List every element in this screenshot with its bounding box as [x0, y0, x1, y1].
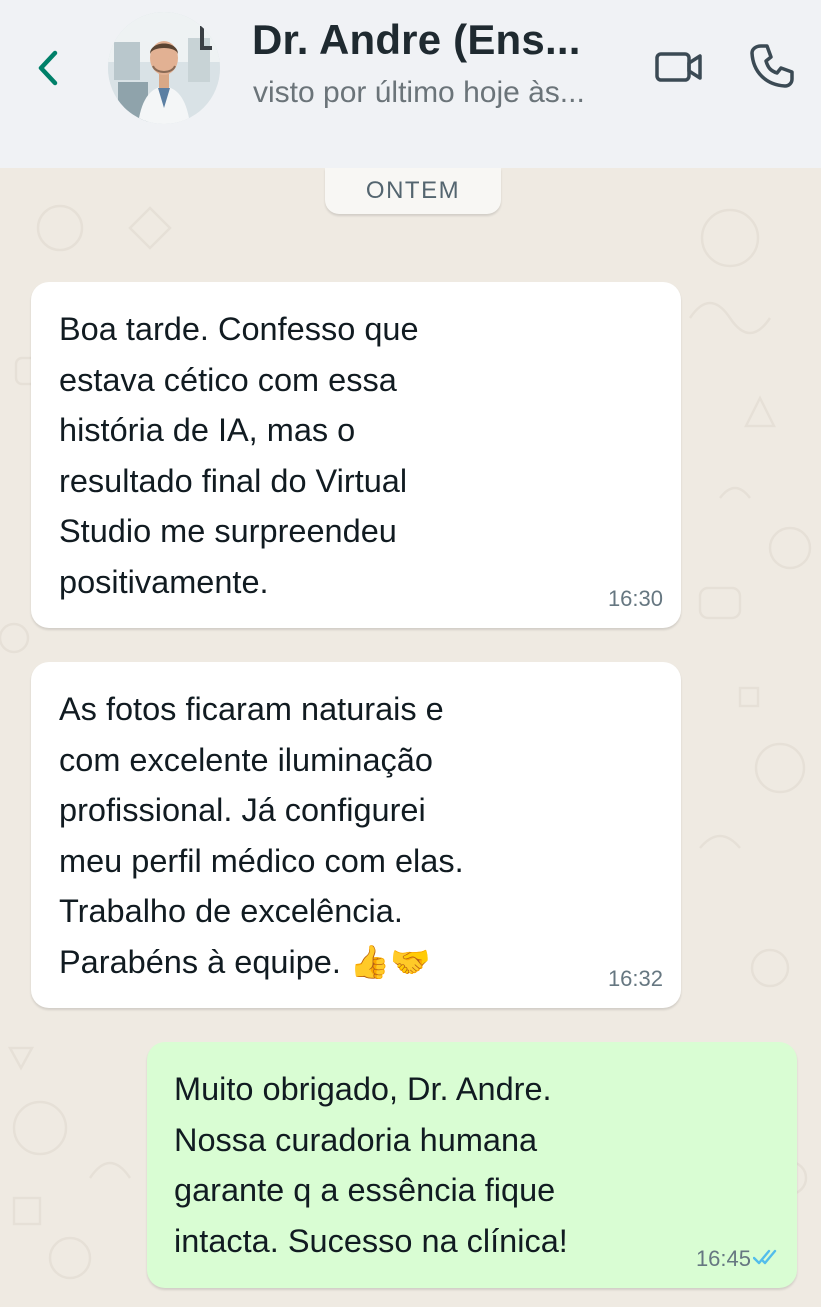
- message-bubble-incoming[interactable]: As fotos ficaram naturais e com excelent…: [31, 662, 681, 1008]
- avatar-photo: [108, 12, 220, 124]
- voice-call-button[interactable]: [744, 38, 800, 94]
- message-bubble-outgoing[interactable]: Muito obrigado, Dr. Andre. Nossa curador…: [147, 1042, 797, 1288]
- message-text: Boa tarde. Confesso que estava cético co…: [59, 311, 419, 600]
- chevron-left-icon: [38, 50, 58, 86]
- last-seen-status: visto por último hoje às...: [253, 76, 585, 109]
- phone-icon: [750, 44, 794, 88]
- message-time: 16:30: [607, 586, 663, 611]
- date-separator: ONTEM: [325, 168, 501, 214]
- video-camera-icon: [655, 52, 702, 82]
- contact-avatar[interactable]: [108, 12, 220, 124]
- chat-area[interactable]: ONTEM Boa tarde. Confesso que estava cét…: [0, 168, 821, 1307]
- chat-header: Dr. Andre (Ens... visto por último hoje …: [0, 0, 821, 168]
- back-button[interactable]: [28, 46, 68, 90]
- contact-name[interactable]: Dr. Andre (Ens...: [252, 16, 581, 64]
- message-text: As fotos ficaram naturais e com excelent…: [59, 691, 464, 980]
- message-text: Muito obrigado, Dr. Andre. Nossa curador…: [174, 1071, 568, 1259]
- message-bubble-incoming[interactable]: Boa tarde. Confesso que estava cético co…: [31, 282, 681, 628]
- message-time: 16:32: [607, 966, 663, 991]
- double-check-read-icon: [753, 1249, 777, 1265]
- video-call-button[interactable]: [652, 44, 706, 90]
- message-time: 16:45: [695, 1246, 751, 1271]
